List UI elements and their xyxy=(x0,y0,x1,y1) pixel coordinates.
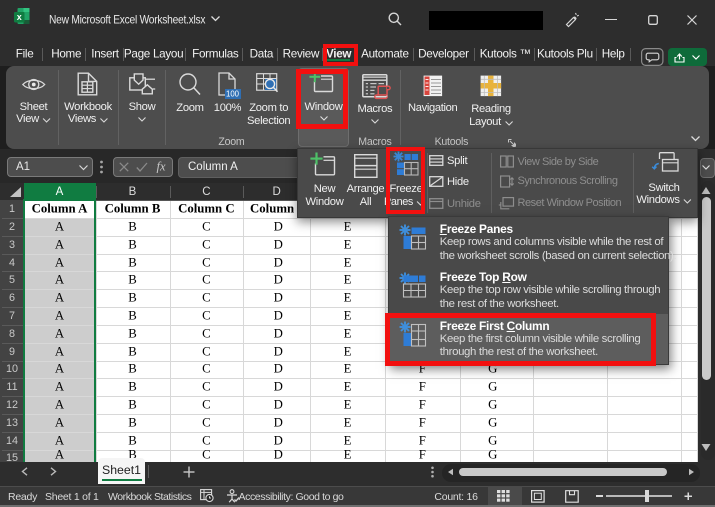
svg-text:x: x xyxy=(17,12,22,22)
